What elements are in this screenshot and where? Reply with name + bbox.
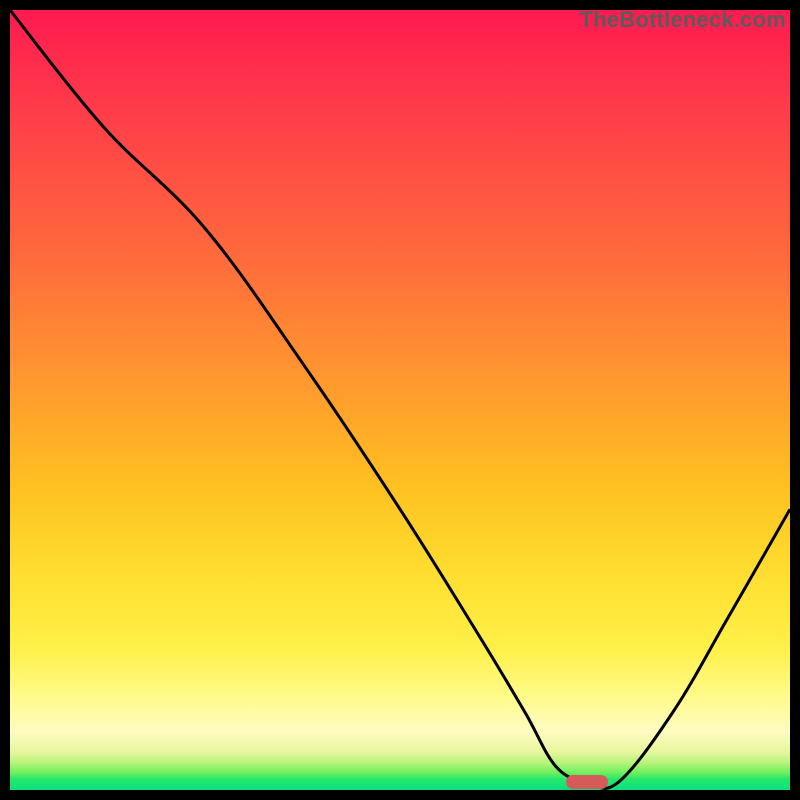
chart-frame: TheBottleneck.com <box>0 0 800 800</box>
bottleneck-curve <box>10 10 790 790</box>
watermark-text: TheBottleneck.com <box>580 7 786 33</box>
bottleneck-curve-path <box>10 10 790 788</box>
optimum-marker <box>566 775 608 789</box>
